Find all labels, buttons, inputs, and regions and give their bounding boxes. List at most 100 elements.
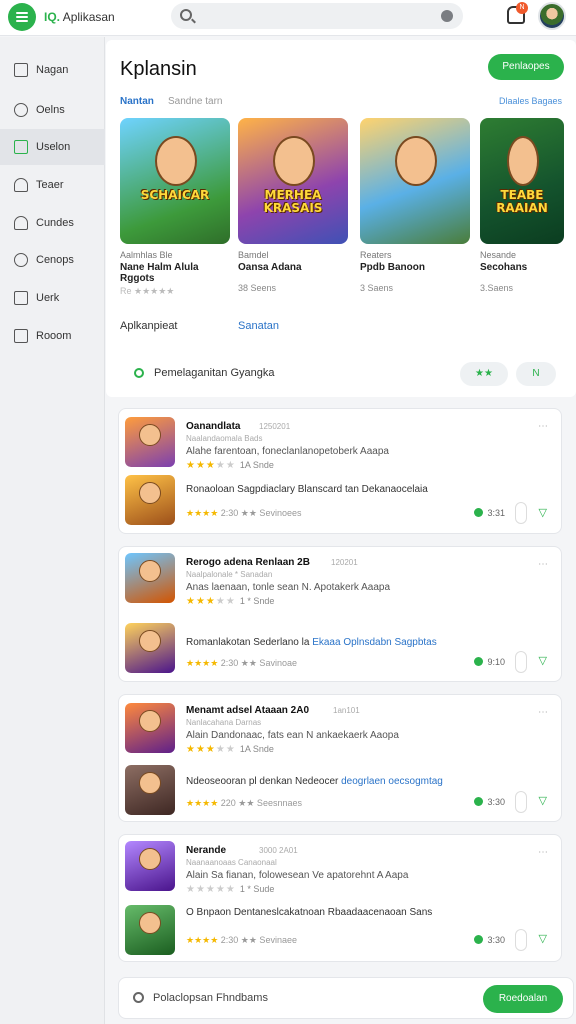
card-name: Oansa Adana xyxy=(238,262,302,273)
tab-nantan[interactable]: Nantan xyxy=(120,96,154,107)
bottom-search-bar[interactable]: Polaclopsan Fhndbams Roedoalan xyxy=(118,977,574,1019)
sidebar-item-oelns[interactable]: Oelns xyxy=(0,92,105,128)
more-icon[interactable]: ⋯ xyxy=(538,421,549,432)
search-input[interactable] xyxy=(171,3,463,29)
app-meta: Naalpalonale * Sanadan xyxy=(186,570,273,579)
app-date: 3000 2A01 xyxy=(259,846,298,855)
app-date: 120201 xyxy=(331,558,358,567)
filter-pill-new[interactable]: N xyxy=(516,362,556,386)
page-title: Kplansin xyxy=(120,58,197,80)
app-description: Alahe farentoan, foneclanlanopetoberk Aa… xyxy=(186,446,389,457)
hash-icon xyxy=(14,291,28,305)
game-art-image: TEABE RAAIAN xyxy=(480,118,564,244)
bottom-search-text[interactable]: Polaclopsan Fhndbams xyxy=(153,992,268,1004)
menu-icon[interactable] xyxy=(8,3,36,31)
featured-card[interactable]: SCHAICAR Aalmhlas Ble Nane Halm Alula Rg… xyxy=(120,118,230,297)
app-size: 3:30 xyxy=(474,797,505,807)
bottom-action-button[interactable]: Roedoalan xyxy=(483,985,563,1013)
app-thumbnail xyxy=(125,703,175,753)
sidebar-item-label: Rooom xyxy=(36,330,72,342)
app-thumbnail xyxy=(125,475,175,525)
sidebar-item-teaer[interactable]: Teaer xyxy=(0,167,105,203)
tab-subtitle: Sandne tarn xyxy=(168,96,223,107)
secondary-rating: ★★★★ 220 ★★ Seesnnaes xyxy=(186,798,302,808)
app-thumbnail xyxy=(125,623,175,673)
app-date: 1an101 xyxy=(333,706,360,715)
download-icon[interactable]: ▽ xyxy=(539,932,547,945)
secondary-rating: ★★★★ 2:30 ★★ Savinoae xyxy=(186,658,297,668)
sidebar: Nagan Oelns Uselon Teaer Cundes Cenops U… xyxy=(0,37,105,1024)
sidebar-item-nagan[interactable]: Nagan xyxy=(0,52,105,88)
app-thumbnail xyxy=(125,905,175,955)
list-item[interactable]: Nerande 3000 2A01 ⋯ Naanaanoaas Canaonaa… xyxy=(118,834,562,962)
more-icon[interactable]: ⋯ xyxy=(538,847,549,858)
app-thumbnail xyxy=(125,417,175,467)
person-icon xyxy=(14,178,28,192)
more-icon[interactable]: ⋯ xyxy=(538,559,549,570)
app-thumbnail xyxy=(125,841,175,891)
app-date: 1250201 xyxy=(259,422,291,431)
featured-action-button[interactable]: Penlaopes xyxy=(488,54,564,80)
sidebar-item-label: Nagan xyxy=(36,64,69,76)
app-description: Alain Sa fianan, folowesean Ve apatorehn… xyxy=(186,870,409,881)
rating-stars: ★★★★★ 1 * Snde xyxy=(186,596,275,607)
card-meta: Nesande xyxy=(480,250,517,260)
search-icon xyxy=(180,9,192,21)
featured-card[interactable]: Reaters Ppdb Banoon 3 Saens xyxy=(360,118,470,293)
card-name: Nane Halm Alula Rggots xyxy=(120,262,199,284)
featured-card[interactable]: MERHEA KRASAIS Bamdel Oansa Adana 38 See… xyxy=(238,118,348,293)
secondary-rating: ★★★★ 2:30 ★★ Sevinaee xyxy=(186,935,297,945)
app-title[interactable]: Oanandlata xyxy=(186,421,240,432)
card-meta: Bamdel xyxy=(238,250,269,260)
app-size: 9:10 xyxy=(474,657,505,667)
card-meta: Aalmhlas Ble xyxy=(120,250,173,260)
secondary-rating: ★★★★ 2:30 ★★ Sevinoees xyxy=(186,508,302,518)
list-item[interactable]: Rerogo adena Renlaan 2B 120201 ⋯ Naalpal… xyxy=(118,546,562,682)
list-item[interactable]: Oanandlata 1250201 ⋯ Naalandaomala Bads … xyxy=(118,408,562,534)
featured-card[interactable]: TEABE RAAIAN Nesande Secohans 3.Saens xyxy=(480,118,564,293)
notification-badge: N xyxy=(516,2,528,14)
card-name: Secohans xyxy=(480,262,528,273)
see-all-link[interactable]: Dlaales Bagaes xyxy=(499,96,562,106)
app-size: 3:31 xyxy=(474,508,505,518)
download-icon[interactable]: ▽ xyxy=(539,794,547,807)
book-icon xyxy=(14,140,28,154)
sidebar-item-label: Uerk xyxy=(36,292,60,304)
app-prefix: IQ. xyxy=(44,10,61,24)
window-icon xyxy=(14,63,28,77)
rating-stars: ★★★★★ 1 * Sude xyxy=(186,884,275,895)
app-summary: Ronaoloan Sagpdiaclary Blanscard tan Dek… xyxy=(186,484,428,495)
filter-pill-rating[interactable]: ★★ xyxy=(460,362,508,386)
game-art-image: MERHEA KRASAIS xyxy=(238,118,348,244)
app-title[interactable]: Menamt adsel Ataaan 2A0 xyxy=(186,705,309,716)
more-icon[interactable]: ⋯ xyxy=(538,707,549,718)
list-item[interactable]: Menamt adsel Ataaan 2A0 1an101 ⋯ Nanlaca… xyxy=(118,694,562,822)
people-icon xyxy=(14,216,28,230)
app-name: Aplikasan xyxy=(62,10,115,24)
app-meta: Nanlacahana Darnas xyxy=(186,718,262,727)
toggle-box[interactable] xyxy=(515,502,527,524)
document-icon xyxy=(14,329,28,343)
download-icon[interactable]: ▽ xyxy=(539,654,547,667)
app-title[interactable]: Nerande xyxy=(186,845,226,856)
game-art-image: SCHAICAR xyxy=(120,118,230,244)
sidebar-item-uerk[interactable]: Uerk xyxy=(0,280,105,316)
sidebar-item-cenops[interactable]: Cenops xyxy=(0,242,105,278)
download-icon[interactable]: ▽ xyxy=(539,506,547,519)
game-art-image xyxy=(360,118,470,244)
sidebar-item-uselon[interactable]: Uselon xyxy=(0,129,105,165)
section-label: Aplkanpieat xyxy=(120,320,178,332)
app-title[interactable]: Rerogo adena Renlaan 2B xyxy=(186,557,310,568)
section-link[interactable]: Sanatan xyxy=(238,320,279,332)
sidebar-item-rooom[interactable]: Rooom xyxy=(0,318,105,354)
sidebar-item-label: Oelns xyxy=(36,104,65,116)
sidebar-item-cundes[interactable]: Cundes xyxy=(0,205,105,241)
toggle-box[interactable] xyxy=(515,929,527,951)
avatar[interactable] xyxy=(538,2,566,30)
mic-icon[interactable] xyxy=(441,10,453,22)
card-size: 3.Saens xyxy=(480,283,514,293)
card-size: 38 Seens xyxy=(238,283,277,293)
toggle-box[interactable] xyxy=(515,791,527,813)
sidebar-item-label: Teaer xyxy=(36,179,64,191)
toggle-box[interactable] xyxy=(515,651,527,673)
